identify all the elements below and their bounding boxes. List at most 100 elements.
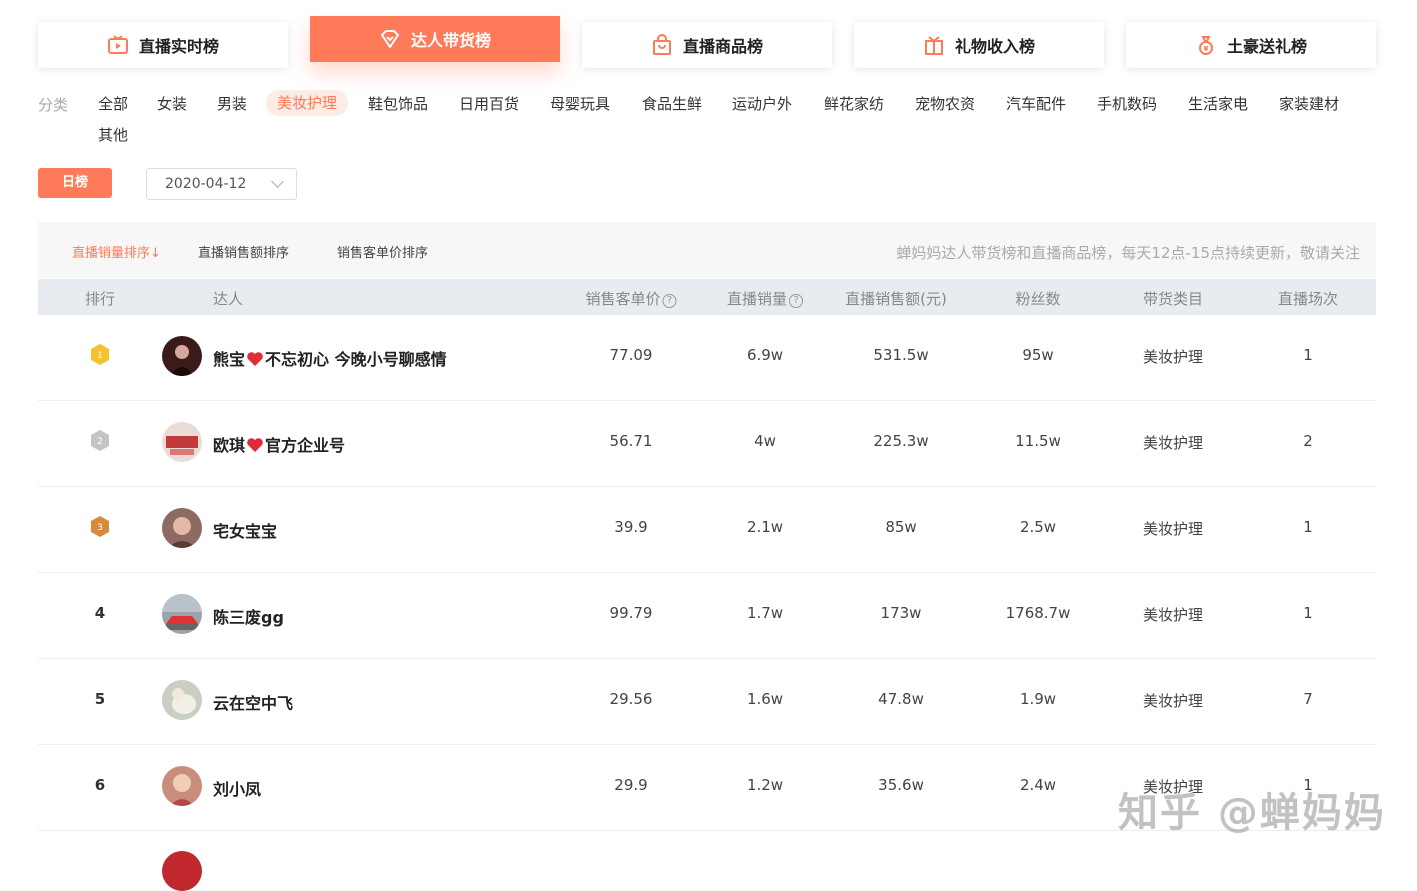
svg-text:1: 1 — [97, 351, 103, 361]
cell-sessions: 1 — [1303, 346, 1313, 364]
avatar-image — [170, 774, 194, 806]
table-row: 1 熊宝 不忘初心 今晚小号聊感情 77.09 6.9w 531.5w 95w 美… — [38, 315, 1376, 401]
talent-name[interactable]: 刘小凤 — [213, 776, 261, 800]
header-live-revenue: 直播销售额(元) — [845, 290, 947, 308]
tab-label: 达人带货榜 — [410, 31, 491, 50]
cell-live-revenue: 47.8w — [878, 690, 924, 708]
header-live-sales: 直播销量? — [727, 288, 804, 309]
avatar-image — [168, 517, 196, 548]
talent-name[interactable]: 欧琪 官方企业号 — [213, 432, 345, 456]
sort-live-revenue[interactable]: 直播销售额排序 — [198, 242, 289, 261]
avatar[interactable] — [162, 766, 202, 806]
tab-label: 土豪送礼榜 — [1226, 37, 1307, 56]
header-category: 带货类目 — [1142, 290, 1204, 308]
ranking-tabs: 直播实时榜 达人带货榜 直播商品榜 礼物收入榜 土豪送礼榜 — [38, 16, 1378, 72]
table-row: 5 云在空中飞 29.56 1.6w 47.8w 1.9w 美妆护理 7 — [38, 659, 1376, 745]
category-item[interactable]: 其他 — [87, 122, 139, 148]
cell-fans: 2.4w — [1019, 776, 1057, 794]
header-unit-price: 销售客单价? — [585, 288, 677, 309]
cell-live-revenue: 85w — [885, 518, 917, 536]
category-item[interactable]: 男装 — [206, 91, 258, 117]
cell-category: 美妆护理 — [1142, 520, 1204, 538]
tab-big-spenders[interactable]: 土豪送礼榜 — [1126, 22, 1376, 68]
tab-label: 直播实时榜 — [138, 37, 219, 56]
tab-live-realtime[interactable]: 直播实时榜 — [38, 22, 288, 68]
help-icon[interactable]: ? — [662, 294, 677, 308]
heart-icon — [247, 352, 263, 366]
cell-sessions: 7 — [1303, 690, 1313, 708]
cell-fans: 2.5w — [1019, 518, 1057, 536]
cell-unit-price: 29.9 — [614, 776, 648, 794]
update-notice: 蝉妈妈达人带货榜和直播商品榜，每天12点-15点持续更新，敬请关注 — [896, 244, 1360, 262]
date-value: 2020-04-12 — [165, 176, 247, 192]
tv-play-icon — [107, 35, 128, 54]
category-item[interactable]: 生活家电 — [1177, 91, 1259, 117]
category-item[interactable]: 运动户外 — [721, 91, 803, 117]
talent-name[interactable]: 云在空中飞 — [213, 690, 293, 714]
category-item[interactable]: 母婴玩具 — [539, 91, 621, 117]
cell-unit-price: 29.56 — [609, 690, 653, 708]
avatar[interactable] — [162, 336, 202, 376]
table-row: 2 欧琪 官方企业号 56.71 4w 225.3w 11.5w 美妆护理 2 — [38, 401, 1376, 487]
category-item[interactable]: 家装建材 — [1268, 91, 1350, 117]
avatar[interactable] — [162, 680, 202, 720]
header-rank: 排行 — [84, 290, 116, 308]
tab-gift-income[interactable]: 礼物收入榜 — [854, 22, 1104, 68]
talent-name[interactable]: 熊宝 不忘初心 今晚小号聊感情 — [213, 346, 447, 370]
category-item[interactable]: 女装 — [146, 91, 198, 117]
cell-live-sales: 4w — [754, 432, 776, 450]
cell-sessions: 1 — [1303, 518, 1313, 536]
date-select[interactable]: 2020-04-12 — [146, 168, 297, 200]
cell-sessions: 2 — [1303, 432, 1313, 450]
category-item-active[interactable]: 美妆护理 — [266, 90, 349, 116]
gold-medal-icon: 1 — [91, 344, 109, 365]
cell-live-revenue: 173w — [880, 604, 922, 622]
cell-category: 美妆护理 — [1142, 434, 1204, 452]
cell-live-sales: 1.6w — [746, 690, 784, 708]
header-talent: 达人 — [212, 290, 244, 308]
cell-unit-price: 99.79 — [609, 604, 653, 622]
tab-live-products[interactable]: 直播商品榜 — [582, 22, 832, 68]
cell-fans: 95w — [1022, 346, 1054, 364]
avatar-image — [170, 345, 194, 376]
talent-name[interactable]: 宅女宝宝 — [213, 518, 277, 542]
help-icon[interactable]: ? — [789, 294, 804, 308]
avatar[interactable] — [162, 594, 202, 634]
cell-fans: 1768.7w — [1005, 604, 1071, 622]
svg-text:2: 2 — [97, 437, 103, 447]
category-item[interactable]: 手机数码 — [1086, 91, 1168, 117]
category-item[interactable]: 鞋包饰品 — [357, 91, 439, 117]
talent-name[interactable]: 陈三废gg — [213, 604, 284, 628]
cell-live-sales: 1.7w — [746, 604, 784, 622]
cell-live-revenue: 35.6w — [878, 776, 924, 794]
cell-unit-price: 56.71 — [609, 432, 653, 450]
avatar[interactable] — [162, 422, 202, 462]
tab-label: 直播商品榜 — [682, 37, 763, 56]
category-item[interactable]: 汽车配件 — [995, 91, 1077, 117]
silver-medal-icon: 2 — [91, 430, 109, 451]
table-row: 3 宅女宝宝 39.9 2.1w 85w 2.5w 美妆护理 1 — [38, 487, 1376, 573]
header-fans: 粉丝数 — [1015, 290, 1061, 308]
table-row: 4 陈三废gg 99.79 1.7w 173w 1768.7w 美妆护理 1 — [38, 573, 1376, 659]
rank-number: 4 — [94, 604, 106, 622]
category-item[interactable]: 宠物农资 — [904, 91, 986, 117]
category-item[interactable]: 食品生鲜 — [631, 91, 713, 117]
sort-bar: 直播销量排序↓ 直播销售额排序 销售客单价排序 蝉妈妈达人带货榜和直播商品榜，每… — [38, 222, 1376, 278]
sort-arrow-icon: ↓ — [150, 246, 161, 261]
header-sessions: 直播场次 — [1277, 290, 1339, 308]
category-item[interactable]: 全部 — [87, 91, 139, 117]
sort-unit-price[interactable]: 销售客单价排序 — [337, 242, 428, 261]
cell-category: 美妆护理 — [1142, 606, 1204, 624]
daily-ranking-button[interactable]: 日榜 — [38, 168, 112, 198]
gift-box-icon — [924, 36, 943, 55]
heart-diamond-icon — [380, 30, 399, 48]
category-item[interactable]: 鲜花家纺 — [813, 91, 895, 117]
avatar-image — [172, 688, 196, 714]
chevron-down-icon — [271, 175, 284, 188]
avatar[interactable] — [162, 508, 202, 548]
sort-live-sales[interactable]: 直播销量排序↓ — [72, 242, 161, 261]
ranking-table: 1 熊宝 不忘初心 今晚小号聊感情 77.09 6.9w 531.5w 95w 美… — [38, 315, 1376, 831]
category-item[interactable]: 日用百货 — [448, 91, 530, 117]
tab-talent-sales[interactable]: 达人带货榜 — [310, 16, 560, 62]
avatar[interactable] — [162, 851, 202, 891]
